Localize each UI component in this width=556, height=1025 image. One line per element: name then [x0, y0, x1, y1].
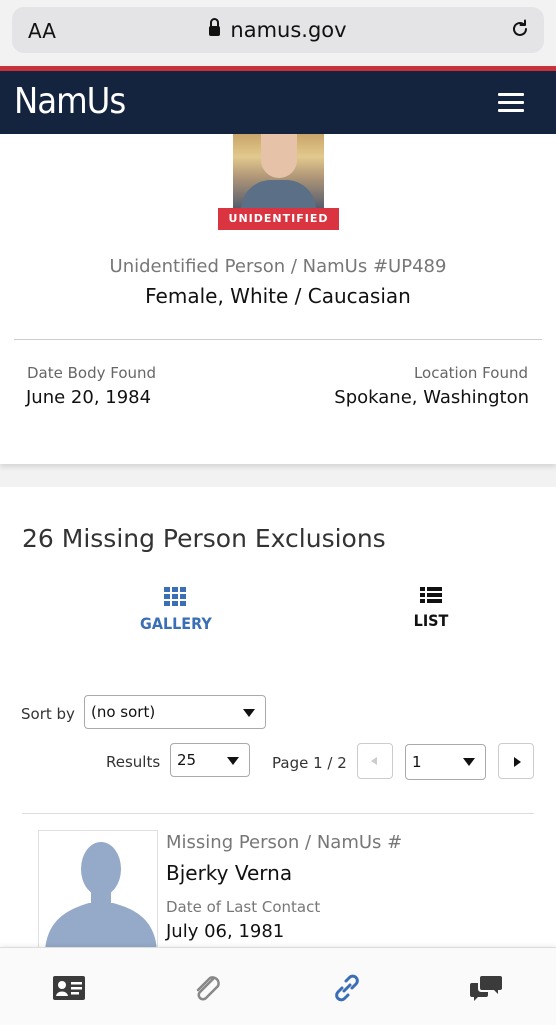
divider [14, 339, 542, 340]
missing-person-photo[interactable] [38, 830, 158, 950]
tab-list[interactable]: LIST [400, 587, 462, 630]
arrow-left-icon [371, 757, 377, 765]
missing-person-type: Missing Person / NamUs # [166, 832, 403, 853]
site-header: NamUs [0, 71, 556, 134]
list-icon [420, 587, 442, 603]
sort-select[interactable]: (no sort) [84, 695, 266, 729]
case-id: Unidentified Person / NamUs #UP489 [109, 256, 447, 277]
case-description: Female, White / Caucasian [145, 284, 411, 308]
address-bar[interactable]: AA namus.gov [12, 7, 544, 53]
page-select[interactable]: 1 [405, 744, 486, 780]
grid-icon [164, 587, 186, 606]
page-select-value: 1 [412, 753, 422, 771]
case-summary-card: UNIDENTIFIED Unidentified Person / NamUs… [0, 134, 556, 464]
chevron-down-icon [243, 709, 255, 717]
lock-icon [209, 18, 221, 36]
chat-bubbles-icon[interactable] [468, 972, 504, 1004]
link-icon[interactable] [329, 972, 365, 1004]
chevron-down-icon [463, 758, 475, 766]
tab-list-label: LIST [413, 611, 449, 630]
chevron-down-icon [227, 757, 239, 765]
browser-toolbar: AA namus.gov [0, 0, 556, 66]
namus-logo[interactable]: NamUs [14, 81, 126, 122]
date-found-value: June 20, 1984 [26, 387, 152, 408]
last-contact-date: July 06, 1981 [166, 921, 285, 942]
results-select-value: 25 [177, 751, 197, 769]
tab-gallery[interactable]: GALLERY [140, 587, 212, 633]
exclusions-section: 26 Missing Person Exclusions GALLERY LIS… [0, 487, 556, 957]
date-found-label: Date Body Found [27, 364, 157, 382]
results-select[interactable]: 25 [170, 743, 250, 777]
last-contact-label: Date of Last Contact [166, 898, 321, 916]
tab-gallery-label: GALLERY [140, 614, 212, 633]
status-badge: UNIDENTIFIED [218, 208, 339, 230]
page-indicator: Page 1 / 2 [272, 754, 347, 772]
location-found-label: Location Found [413, 364, 528, 382]
missing-person-name[interactable]: Bjerky Verna [166, 861, 292, 885]
paperclip-icon[interactable] [190, 972, 226, 1004]
id-card-icon[interactable] [51, 972, 87, 1004]
reload-icon[interactable] [510, 19, 530, 39]
prev-page-button[interactable] [357, 743, 393, 779]
person-silhouette-icon [45, 842, 157, 949]
sort-select-value: (no sort) [91, 703, 156, 721]
bottom-nav [0, 947, 556, 1025]
location-found-value: Spokane, Washington [334, 387, 529, 408]
divider [22, 813, 534, 814]
menu-icon[interactable] [498, 93, 524, 113]
arrow-right-icon [514, 757, 521, 767]
exclusions-title: 26 Missing Person Exclusions [22, 524, 386, 553]
results-label: Results [106, 753, 161, 771]
case-photo[interactable] [233, 134, 324, 210]
next-page-button[interactable] [498, 743, 534, 779]
url-text: namus.gov [230, 18, 347, 42]
url-display[interactable]: namus.gov [12, 18, 544, 42]
sort-label: Sort by [21, 705, 75, 723]
